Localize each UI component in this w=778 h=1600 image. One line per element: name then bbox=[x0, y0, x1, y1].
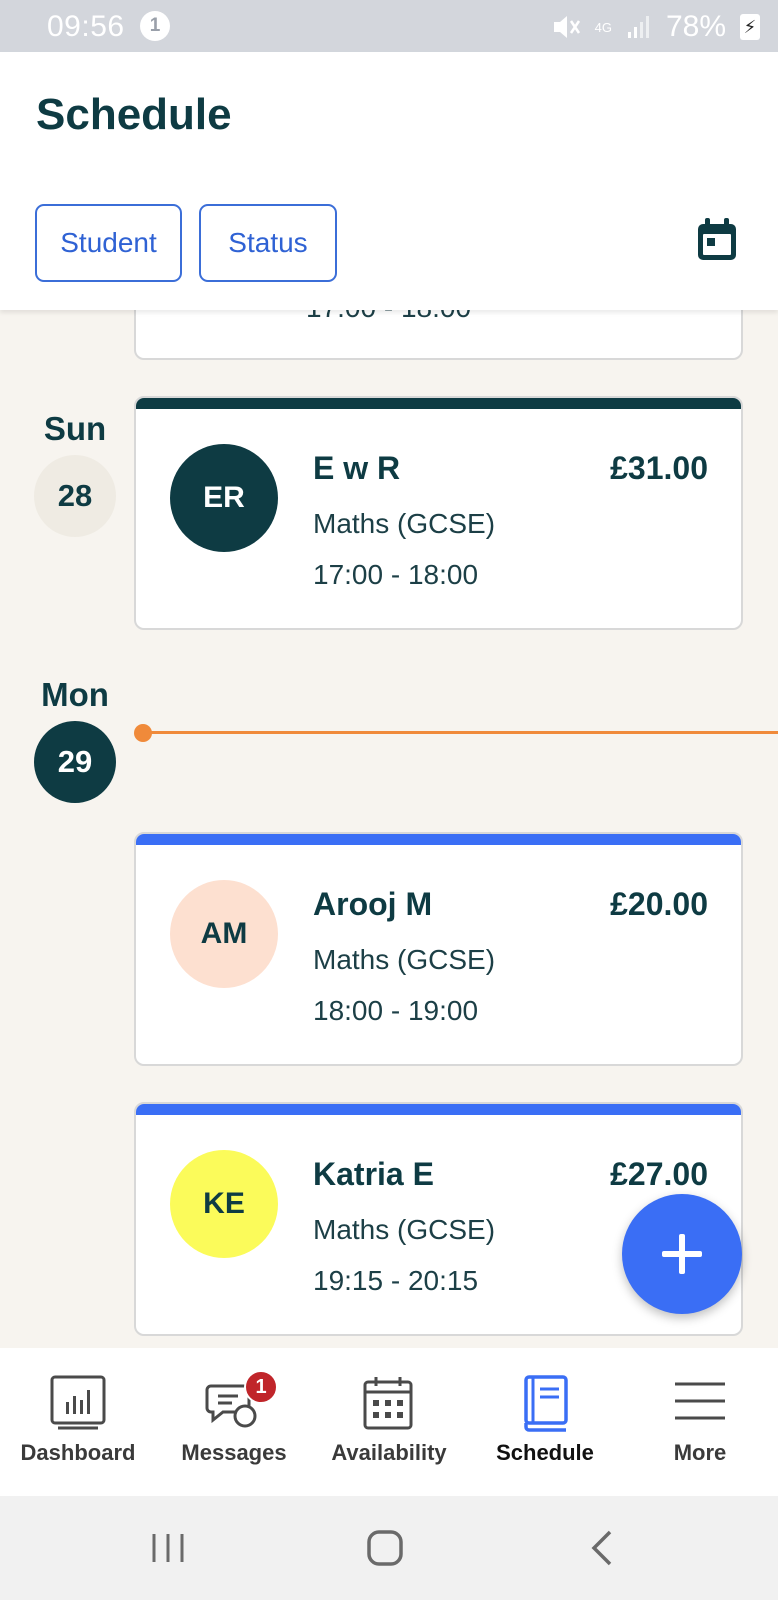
lesson-status-bar bbox=[136, 1104, 741, 1115]
status-time: 09:56 bbox=[47, 10, 125, 43]
lesson-price: £20.00 bbox=[610, 886, 708, 922]
status-bar: 09:56 1 4G 78% ⚡ bbox=[0, 0, 778, 52]
lesson-subject: Maths (GCSE) bbox=[313, 1214, 496, 1245]
day-weekday: Sun bbox=[43, 410, 107, 447]
lesson-time: 17:00 - 18:00 bbox=[306, 310, 471, 324]
student-name: Katria E bbox=[313, 1156, 434, 1192]
nav-label: Availability bbox=[331, 1440, 447, 1465]
nav-messages[interactable]: 1 Messages bbox=[156, 1348, 312, 1496]
lesson-card-partial[interactable]: 17:00 - 18:00 bbox=[134, 310, 743, 360]
signal-icon bbox=[627, 16, 649, 38]
messages-badge: 1 bbox=[244, 1370, 278, 1404]
mute-icon bbox=[553, 16, 580, 38]
network-type: 4G bbox=[594, 19, 612, 35]
nav-label: Schedule bbox=[496, 1440, 594, 1465]
battery-icon: ⚡ bbox=[740, 14, 760, 40]
avatar: ER bbox=[170, 444, 278, 552]
calendar-icon[interactable] bbox=[696, 218, 738, 262]
student-name: E w R bbox=[313, 450, 401, 486]
day-date: 28 bbox=[34, 455, 116, 537]
nav-schedule[interactable]: Schedule bbox=[467, 1348, 623, 1496]
lesson-subject: Maths (GCSE) bbox=[313, 944, 496, 975]
current-time-line bbox=[142, 731, 778, 734]
schedule-list[interactable]: 17:00 - 18:00 Sun 28 ER E w R £31.00 Mat… bbox=[0, 310, 778, 1348]
avatar: KE bbox=[170, 1150, 278, 1258]
plus-icon bbox=[662, 1234, 702, 1274]
battery-percent: 78% bbox=[665, 10, 726, 43]
lesson-status-bar bbox=[136, 398, 741, 409]
recent-apps-icon[interactable] bbox=[138, 1524, 198, 1572]
lesson-time: 17:00 - 18:00 bbox=[313, 559, 479, 590]
nav-label: More bbox=[673, 1440, 727, 1465]
menu-icon bbox=[675, 1382, 725, 1420]
calendar-grid-icon bbox=[363, 1377, 413, 1430]
back-icon[interactable] bbox=[574, 1524, 634, 1572]
nav-label: Messages bbox=[181, 1440, 287, 1465]
status-filter-button[interactable]: Status bbox=[199, 204, 337, 282]
nav-label: Dashboard bbox=[20, 1440, 136, 1465]
student-filter-button[interactable]: Student bbox=[35, 204, 182, 282]
page-title: Schedule bbox=[36, 90, 232, 139]
avatar: AM bbox=[170, 880, 278, 988]
system-navigation-bar bbox=[0, 1496, 778, 1600]
lesson-time: 18:00 - 19:00 bbox=[313, 995, 479, 1026]
lesson-time: 19:15 - 20:15 bbox=[313, 1265, 479, 1296]
lesson-card[interactable]: ER E w R £31.00 Maths (GCSE) 17:00 - 18:… bbox=[134, 396, 743, 630]
dashboard-icon bbox=[50, 1375, 106, 1430]
lesson-price: £31.00 bbox=[610, 450, 708, 486]
nav-availability[interactable]: Availability bbox=[311, 1348, 467, 1496]
add-lesson-button[interactable] bbox=[622, 1194, 742, 1314]
book-icon bbox=[524, 1375, 568, 1432]
notification-count-badge: 1 bbox=[140, 11, 170, 41]
nav-dashboard[interactable]: Dashboard bbox=[0, 1348, 156, 1496]
lesson-card[interactable]: AM Arooj M £20.00 Maths (GCSE) 18:00 - 1… bbox=[134, 832, 743, 1066]
day-weekday: Mon bbox=[41, 676, 109, 713]
home-icon[interactable] bbox=[355, 1524, 415, 1572]
lesson-status-bar bbox=[136, 834, 741, 845]
lesson-price: £27.00 bbox=[610, 1156, 708, 1192]
day-date-today: 29 bbox=[34, 721, 116, 803]
nav-more[interactable]: More bbox=[622, 1348, 778, 1496]
lesson-subject: Maths (GCSE) bbox=[313, 508, 496, 539]
bottom-navigation: Dashboard 1 Messages Availability Schedu… bbox=[0, 1348, 778, 1496]
status-indicators: 4G 78% bbox=[551, 10, 726, 44]
app-header: Schedule Student Status bbox=[0, 52, 778, 310]
student-name: Arooj M bbox=[313, 886, 433, 922]
